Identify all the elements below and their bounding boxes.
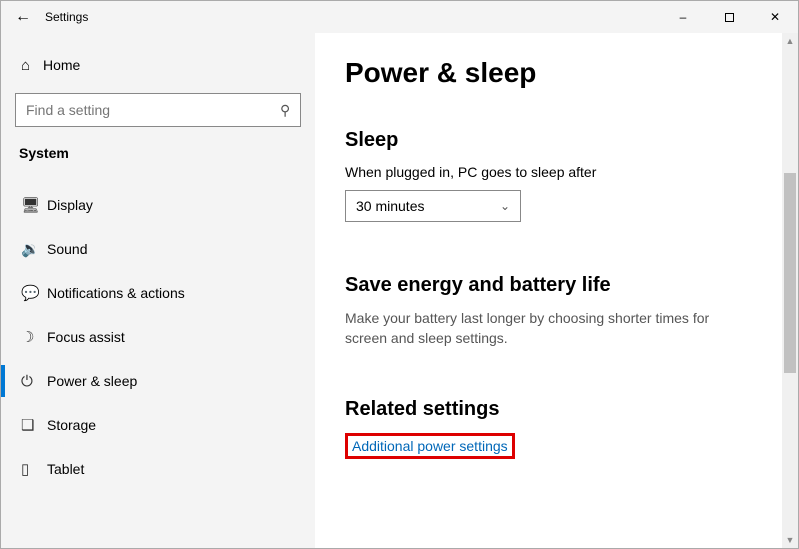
back-arrow-icon: ← (15, 8, 31, 26)
sleep-heading: Sleep (345, 129, 768, 152)
tablet-icon: ▯ (21, 460, 47, 478)
additional-power-settings-link[interactable]: Additional power settings (352, 438, 508, 454)
sidebar-item-focus-assist[interactable]: ☽ Focus assist (15, 315, 301, 359)
category-header: System (15, 145, 301, 161)
sidebar-item-display[interactable]: 🖥 Display (15, 183, 301, 227)
minimize-icon: – (680, 10, 687, 24)
scroll-down-button[interactable]: ▼ (782, 532, 798, 548)
sidebar-item-label: Display (47, 197, 93, 213)
search-input[interactable] (26, 102, 280, 118)
sleep-timeout-value: 30 minutes (356, 198, 500, 214)
sleep-field-label: When plugged in, PC goes to sleep after (345, 164, 768, 180)
search-icon: ⚲ (280, 102, 290, 119)
sidebar-item-label: Sound (47, 241, 87, 257)
storage-icon: ❑ (21, 416, 47, 434)
sidebar-item-sound[interactable]: 🔉 Sound (15, 227, 301, 271)
maximize-icon (725, 13, 734, 22)
home-icon: ⌂ (21, 57, 43, 74)
titlebar: ← Settings – ✕ (1, 1, 798, 33)
close-icon: ✕ (770, 10, 780, 24)
window-title: Settings (45, 10, 88, 24)
chevron-down-icon: ⌄ (500, 199, 510, 213)
page-title: Power & sleep (345, 57, 768, 89)
scroll-thumb[interactable] (784, 173, 796, 373)
back-button[interactable]: ← (7, 1, 39, 33)
sidebar-item-storage[interactable]: ❑ Storage (15, 403, 301, 447)
scroll-up-button[interactable]: ▲ (782, 33, 798, 49)
search-box[interactable]: ⚲ (15, 93, 301, 127)
sidebar-item-notifications[interactable]: 💬 Notifications & actions (15, 271, 301, 315)
maximize-button[interactable] (706, 1, 752, 33)
sidebar-item-label: Focus assist (47, 329, 125, 345)
display-icon: 🖥 (21, 196, 47, 214)
energy-description: Make your battery last longer by choosin… (345, 309, 745, 348)
power-icon: ⏻ (21, 373, 47, 390)
settings-window: ← Settings – ✕ ⌂ Home ⚲ System (0, 0, 799, 549)
content-area: ⌂ Home ⚲ System 🖥 Display 🔉 Sound 💬 (1, 33, 798, 548)
related-heading: Related settings (345, 398, 768, 421)
minimize-button[interactable]: – (660, 1, 706, 33)
scrollbar[interactable]: ▲ ▼ (782, 33, 798, 548)
notifications-icon: 💬 (21, 284, 47, 302)
window-controls: – ✕ (660, 1, 798, 33)
sidebar: ⌂ Home ⚲ System 🖥 Display 🔉 Sound 💬 (1, 33, 315, 548)
sidebar-item-power-sleep[interactable]: ⏻ Power & sleep (15, 359, 301, 403)
sidebar-item-label: Storage (47, 417, 96, 433)
close-button[interactable]: ✕ (752, 1, 798, 33)
sleep-timeout-select[interactable]: 30 minutes ⌄ (345, 190, 521, 222)
energy-heading: Save energy and battery life (345, 274, 768, 297)
link-highlight-box: Additional power settings (345, 433, 515, 459)
sidebar-item-label: Notifications & actions (47, 285, 185, 301)
sidebar-item-label: Power & sleep (47, 373, 137, 389)
sidebar-item-label: Tablet (47, 461, 84, 477)
main-pane: Power & sleep Sleep When plugged in, PC … (315, 33, 798, 548)
home-label: Home (43, 57, 80, 73)
nav-list: 🖥 Display 🔉 Sound 💬 Notifications & acti… (15, 183, 301, 491)
sidebar-item-tablet[interactable]: ▯ Tablet (15, 447, 301, 491)
sound-icon: 🔉 (21, 240, 47, 258)
home-nav[interactable]: ⌂ Home (15, 47, 301, 83)
focus-assist-icon: ☽ (21, 328, 47, 346)
